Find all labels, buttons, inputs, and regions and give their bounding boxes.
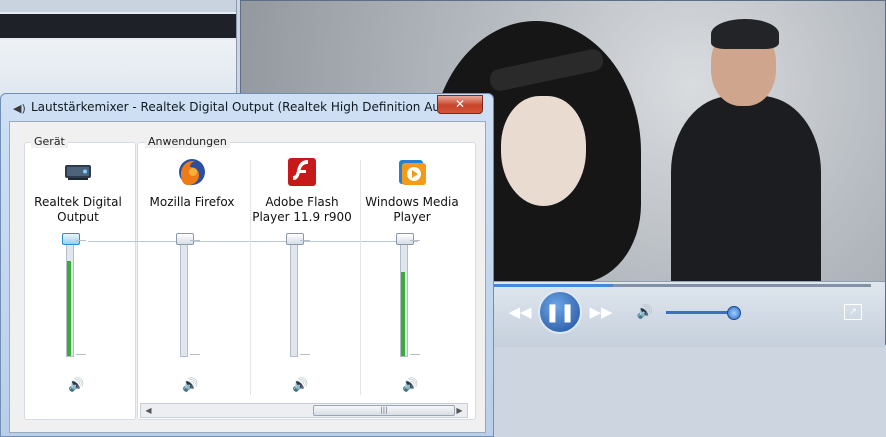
- scroll-left-arrow[interactable]: ◀: [141, 404, 156, 417]
- slider-level-fill: [67, 261, 71, 356]
- volume-slider-firefox[interactable]: [176, 233, 200, 357]
- slider-thumb[interactable]: [62, 233, 80, 245]
- channel-adobe-flash-player: Adobe Flash Player 11.9 r900 🔊: [248, 142, 356, 393]
- slider-thumb[interactable]: [286, 233, 304, 245]
- volume-slider-flash[interactable]: [286, 233, 310, 357]
- pause-button[interactable]: ❚❚: [538, 290, 582, 334]
- channel-realtek-digital-output: Realtek Digital Output 🔊: [24, 142, 132, 393]
- seek-bar[interactable]: [491, 284, 871, 287]
- background-window-titlebar: [0, 0, 236, 12]
- mute-speaker-icon[interactable]: 🔊: [402, 378, 418, 393]
- volume-mixer-window: ◀) Lautstärkemixer - Realtek Digital Out…: [0, 93, 494, 437]
- video-figure-woman-face: [501, 96, 586, 206]
- channel-label: Windows Media Player: [365, 195, 459, 224]
- media-player-icon[interactable]: [396, 156, 428, 188]
- next-button[interactable]: ▶▶: [587, 302, 615, 322]
- close-button[interactable]: ✕: [437, 95, 483, 114]
- volume-slider-media-player[interactable]: [396, 233, 420, 357]
- slider-thumb[interactable]: [176, 233, 194, 245]
- firefox-icon[interactable]: [176, 156, 208, 188]
- channel-label: Realtek Digital Output: [34, 195, 122, 224]
- scroll-right-arrow[interactable]: ▶: [452, 404, 467, 417]
- speaker-device-icon[interactable]: [62, 156, 94, 188]
- channel-label: Adobe Flash Player 11.9 r900: [252, 195, 352, 224]
- speaker-icon: ◀): [13, 102, 26, 115]
- flash-player-icon[interactable]: [286, 156, 318, 188]
- mixer-titlebar[interactable]: ◀) Lautstärkemixer - Realtek Digital Out…: [1, 94, 493, 120]
- applications-scrollbar[interactable]: ◀ ||| ▶: [140, 403, 468, 418]
- background-window-toolbar: [0, 14, 236, 38]
- mute-speaker-icon[interactable]: 🔊: [292, 378, 308, 393]
- background-window-content: [0, 40, 236, 100]
- channel-label: Mozilla Firefox: [149, 195, 235, 209]
- volume-slider-thumb[interactable]: [727, 306, 741, 320]
- channel-windows-media-player: Windows Media Player 🔊: [358, 142, 466, 393]
- volume-slider[interactable]: [666, 311, 736, 314]
- volume-icon[interactable]: 🔊: [633, 302, 657, 322]
- slider-level-fill: [401, 272, 405, 356]
- window-title: Lautstärkemixer - Realtek Digital Output…: [31, 100, 463, 114]
- mixer-client-area: Gerät Anwendungen Realtek Digital Output…: [9, 121, 486, 433]
- mute-speaker-icon[interactable]: 🔊: [68, 378, 84, 393]
- video-figure-man-cap: [711, 19, 779, 49]
- volume-slider-device[interactable]: [62, 233, 86, 357]
- video-figure-man-body: [671, 96, 821, 283]
- slider-thumb[interactable]: [396, 233, 414, 245]
- seek-bar-fill: [491, 284, 613, 287]
- channel-mozilla-firefox: Mozilla Firefox 🔊: [138, 142, 246, 393]
- scrollbar-thumb[interactable]: |||: [313, 405, 455, 416]
- mute-speaker-icon[interactable]: 🔊: [182, 378, 198, 393]
- fullscreen-button[interactable]: ↗: [844, 304, 862, 320]
- previous-button[interactable]: ◀◀: [506, 302, 534, 322]
